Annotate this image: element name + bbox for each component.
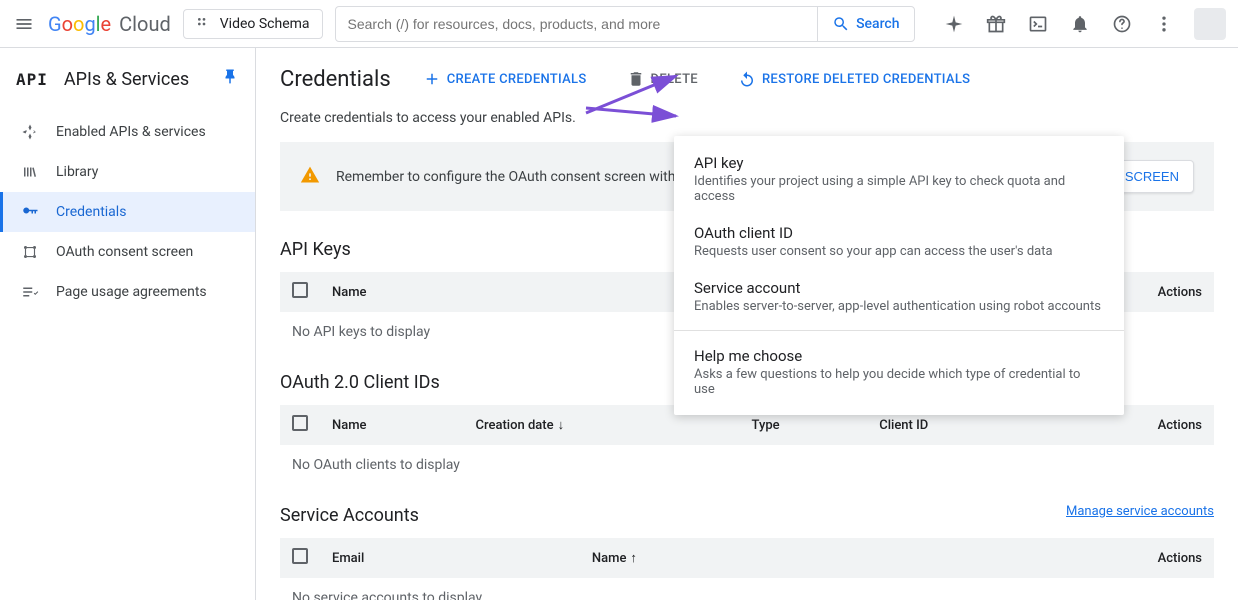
service-accounts-table: Email Name↑ Actions No service accounts … xyxy=(280,538,1214,600)
col-email[interactable]: Email xyxy=(320,538,580,578)
sidebar: API APIs & Services Enabled APIs & servi… xyxy=(0,48,256,600)
search-input[interactable] xyxy=(336,16,818,32)
col-actions: Actions xyxy=(1114,272,1214,312)
search-box: Search xyxy=(335,6,915,42)
create-credentials-button[interactable]: CREATE CREDENTIALS xyxy=(415,64,595,94)
sidebar-header: API APIs & Services xyxy=(0,56,255,102)
key-icon xyxy=(20,202,40,222)
service-accounts-title: Service Accounts xyxy=(280,505,419,526)
empty-message: No OAuth clients to display xyxy=(280,445,1214,485)
dropdown-item-desc: Enables server-to-server, app-level auth… xyxy=(694,299,1104,314)
project-selector[interactable]: Video Schema xyxy=(183,9,323,39)
dropdown-divider xyxy=(674,330,1124,331)
select-all-checkbox[interactable] xyxy=(292,548,308,564)
manage-service-accounts-link[interactable]: Manage service accounts xyxy=(1066,504,1214,519)
col-name[interactable]: Name↑ xyxy=(580,538,899,578)
select-all-checkbox[interactable] xyxy=(292,282,308,298)
pin-icon[interactable] xyxy=(221,68,239,90)
delete-label: DELETE xyxy=(651,72,698,87)
dropdown-item-title: Help me choose xyxy=(694,347,1104,365)
gift-icon[interactable] xyxy=(984,12,1008,36)
plus-icon xyxy=(423,70,441,88)
nav-label: Page usage agreements xyxy=(56,284,207,300)
api-badge: API xyxy=(16,70,48,89)
nav-oauth-consent[interactable]: OAuth consent screen xyxy=(0,232,255,272)
warning-icon xyxy=(300,165,320,189)
notifications-icon[interactable] xyxy=(1068,12,1092,36)
sidebar-title: APIs & Services xyxy=(64,69,189,90)
create-label: CREATE CREDENTIALS xyxy=(447,72,587,87)
nav-credentials[interactable]: Credentials xyxy=(0,192,255,232)
nav-enabled-apis[interactable]: Enabled APIs & services xyxy=(0,112,255,152)
delete-button[interactable]: DELETE xyxy=(619,64,706,94)
logo-cloud-text: Cloud xyxy=(119,12,171,36)
dropdown-item-desc: Identifies your project using a simple A… xyxy=(694,174,1104,204)
select-all-checkbox[interactable] xyxy=(292,415,308,431)
avatar[interactable] xyxy=(1194,8,1226,40)
search-icon xyxy=(832,15,850,33)
menu-icon[interactable] xyxy=(12,12,36,36)
trash-icon xyxy=(627,70,645,88)
main-content: Credentials CREATE CREDENTIALS DELETE RE… xyxy=(256,48,1238,600)
search-button-label: Search xyxy=(856,16,899,32)
cloud-shell-icon[interactable] xyxy=(1026,12,1050,36)
col-actions: Actions xyxy=(898,538,1214,578)
page-header: Credentials CREATE CREDENTIALS DELETE RE… xyxy=(280,48,1214,110)
project-name: Video Schema xyxy=(220,16,310,32)
library-icon xyxy=(20,162,40,182)
oauth-table: Name Creation date↓ Type Client ID Actio… xyxy=(280,405,1214,485)
dropdown-oauth-client[interactable]: OAuth client ID Requests user consent so… xyxy=(674,214,1124,269)
dropdown-help-choose[interactable]: Help me choose Asks a few questions to h… xyxy=(674,337,1124,407)
page-subtitle: Create credentials to access your enable… xyxy=(280,110,1214,126)
nav-label: Credentials xyxy=(56,204,126,220)
help-icon[interactable] xyxy=(1110,12,1134,36)
nav-label: OAuth consent screen xyxy=(56,244,193,260)
nav-label: Enabled APIs & services xyxy=(56,124,206,140)
project-icon xyxy=(196,16,212,32)
agreements-icon xyxy=(20,282,40,302)
dropdown-item-title: OAuth client ID xyxy=(694,224,1104,242)
page-title: Credentials xyxy=(280,67,391,92)
dropdown-api-key[interactable]: API key Identifies your project using a … xyxy=(674,144,1124,214)
header-actions xyxy=(942,8,1226,40)
restore-label: RESTORE DELETED CREDENTIALS xyxy=(762,72,970,87)
dropdown-item-desc: Asks a few questions to help you decide … xyxy=(694,367,1104,397)
top-header: Google Cloud Video Schema Search xyxy=(0,0,1238,48)
consent-icon xyxy=(20,242,40,262)
col-name[interactable]: Name xyxy=(320,405,464,445)
dropdown-item-title: API key xyxy=(694,154,1104,172)
nav-label: Library xyxy=(56,164,98,180)
dropdown-service-account[interactable]: Service account Enables server-to-server… xyxy=(674,269,1124,324)
dropdown-item-desc: Requests user consent so your app can ac… xyxy=(694,244,1104,259)
arrow-down-icon: ↓ xyxy=(558,418,565,433)
empty-message: No service accounts to display xyxy=(280,578,1214,600)
nav-page-usage[interactable]: Page usage agreements xyxy=(0,272,255,312)
more-icon[interactable] xyxy=(1152,12,1176,36)
enabled-apis-icon xyxy=(20,122,40,142)
restore-button[interactable]: RESTORE DELETED CREDENTIALS xyxy=(730,64,978,94)
search-button[interactable]: Search xyxy=(817,7,913,41)
dropdown-item-title: Service account xyxy=(694,279,1104,297)
nav: Enabled APIs & services Library Credenti… xyxy=(0,112,255,312)
gemini-icon[interactable] xyxy=(942,12,966,36)
arrow-up-icon: ↑ xyxy=(630,551,637,566)
restore-icon xyxy=(738,70,756,88)
google-cloud-logo[interactable]: Google Cloud xyxy=(48,12,171,36)
nav-library[interactable]: Library xyxy=(0,152,255,192)
create-credentials-dropdown: API key Identifies your project using a … xyxy=(674,136,1124,415)
